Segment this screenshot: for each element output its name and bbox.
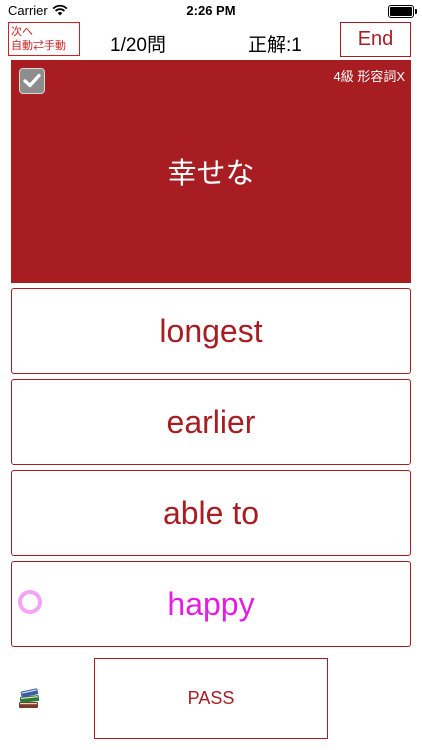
question-card: 4級 形容詞X 幸せな xyxy=(11,60,411,283)
pass-button[interactable]: PASS xyxy=(94,658,328,739)
choice-label: earlier xyxy=(166,404,256,440)
battery-icon xyxy=(388,5,417,18)
choice-button-1[interactable]: longest xyxy=(11,288,411,374)
clock: 2:26 PM xyxy=(186,3,236,18)
end-button[interactable]: End xyxy=(340,22,411,57)
correct-counter: 正解:1 xyxy=(248,35,302,56)
choice-button-4[interactable]: happy xyxy=(11,561,411,647)
choice-label: happy xyxy=(167,586,255,622)
mode-button-line2: 自動⇄手動 xyxy=(11,40,66,52)
choice-label: longest xyxy=(159,313,263,349)
mode-button-line1: 次へ xyxy=(11,26,33,38)
choice-button-2[interactable]: earlier xyxy=(11,379,411,465)
checkbox-checked-icon[interactable] xyxy=(19,68,45,94)
books-icon[interactable] xyxy=(17,687,41,711)
choice-button-3[interactable]: able to xyxy=(11,470,411,556)
level-label: 4級 形容詞X xyxy=(333,69,405,84)
question-word: 幸せな xyxy=(167,158,255,190)
status-bar: Carrier 2:26 PM xyxy=(0,0,422,22)
choice-label: able to xyxy=(162,495,260,531)
auto-manual-toggle-button[interactable]: 次へ 自動⇄手動 xyxy=(8,22,80,56)
question-counter: 1/20問 xyxy=(110,35,166,56)
